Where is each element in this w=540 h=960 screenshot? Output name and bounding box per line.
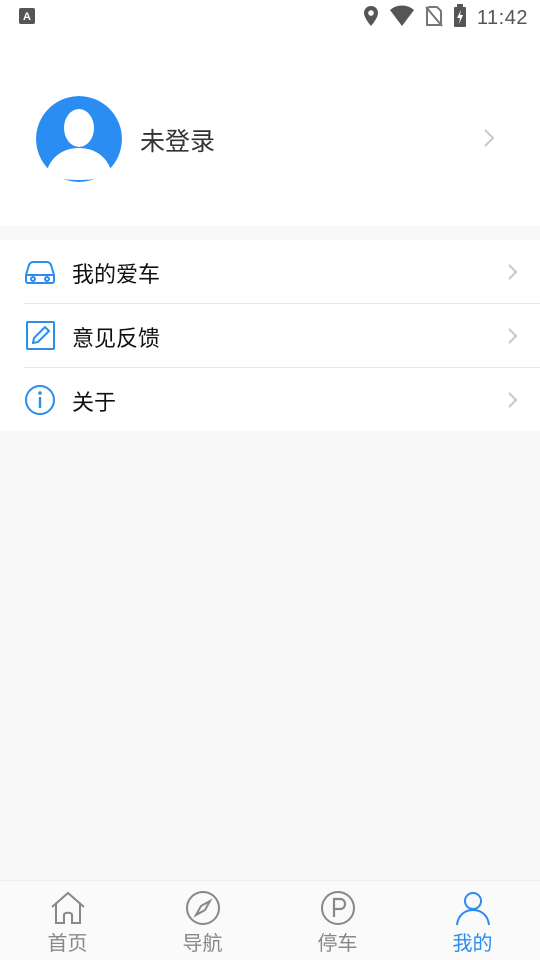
location-icon — [363, 5, 379, 31]
status-bar: A 11:42 — [0, 0, 540, 36]
tab-parking[interactable]: 停车 — [270, 881, 405, 960]
compass-icon — [184, 889, 222, 927]
tab-mine[interactable]: 我的 — [405, 881, 540, 960]
svg-text:A: A — [23, 11, 31, 23]
tab-label: 停车 — [317, 931, 358, 955]
chevron-right-icon[interactable] — [480, 126, 498, 150]
car-icon — [22, 255, 58, 289]
menu-item-label: 意见反馈 — [72, 327, 161, 352]
tab-label: 首页 — [47, 931, 88, 955]
no-sim-icon — [425, 5, 443, 31]
chevron-right-icon — [505, 324, 521, 348]
status-right: 11:42 — [363, 4, 528, 32]
profile-header[interactable]: 未登录 — [0, 36, 540, 226]
info-icon — [22, 383, 58, 417]
tab-home[interactable]: 首页 — [0, 881, 135, 960]
menu-item-label: 我的爱车 — [72, 263, 161, 288]
user-icon — [454, 889, 492, 927]
default-avatar-icon[interactable] — [36, 96, 122, 182]
menu-item-about[interactable]: 关于 — [0, 368, 540, 432]
battery-charging-icon — [453, 4, 467, 32]
edit-icon — [22, 319, 58, 353]
menu-list: 我的爱车 意见反馈 关于 — [0, 240, 540, 431]
status-time: 11:42 — [476, 6, 528, 29]
wifi-icon — [389, 5, 415, 31]
profile-name[interactable]: 未登录 — [140, 122, 215, 158]
chevron-right-icon — [505, 388, 521, 412]
menu-item-label: 关于 — [72, 391, 117, 416]
tab-navigation[interactable]: 导航 — [135, 881, 270, 960]
keyboard-icon: A — [18, 7, 36, 29]
tab-label: 我的 — [452, 931, 493, 955]
home-icon — [49, 889, 87, 927]
status-left: A — [18, 7, 36, 29]
chevron-right-icon — [505, 260, 521, 284]
bottom-tab-bar: 首页 导航 停车 我的 — [0, 880, 540, 960]
menu-item-my-car[interactable]: 我的爱车 — [0, 240, 540, 304]
tab-label: 导航 — [182, 931, 223, 955]
menu-item-feedback[interactable]: 意见反馈 — [0, 304, 540, 368]
parking-icon — [319, 889, 357, 927]
